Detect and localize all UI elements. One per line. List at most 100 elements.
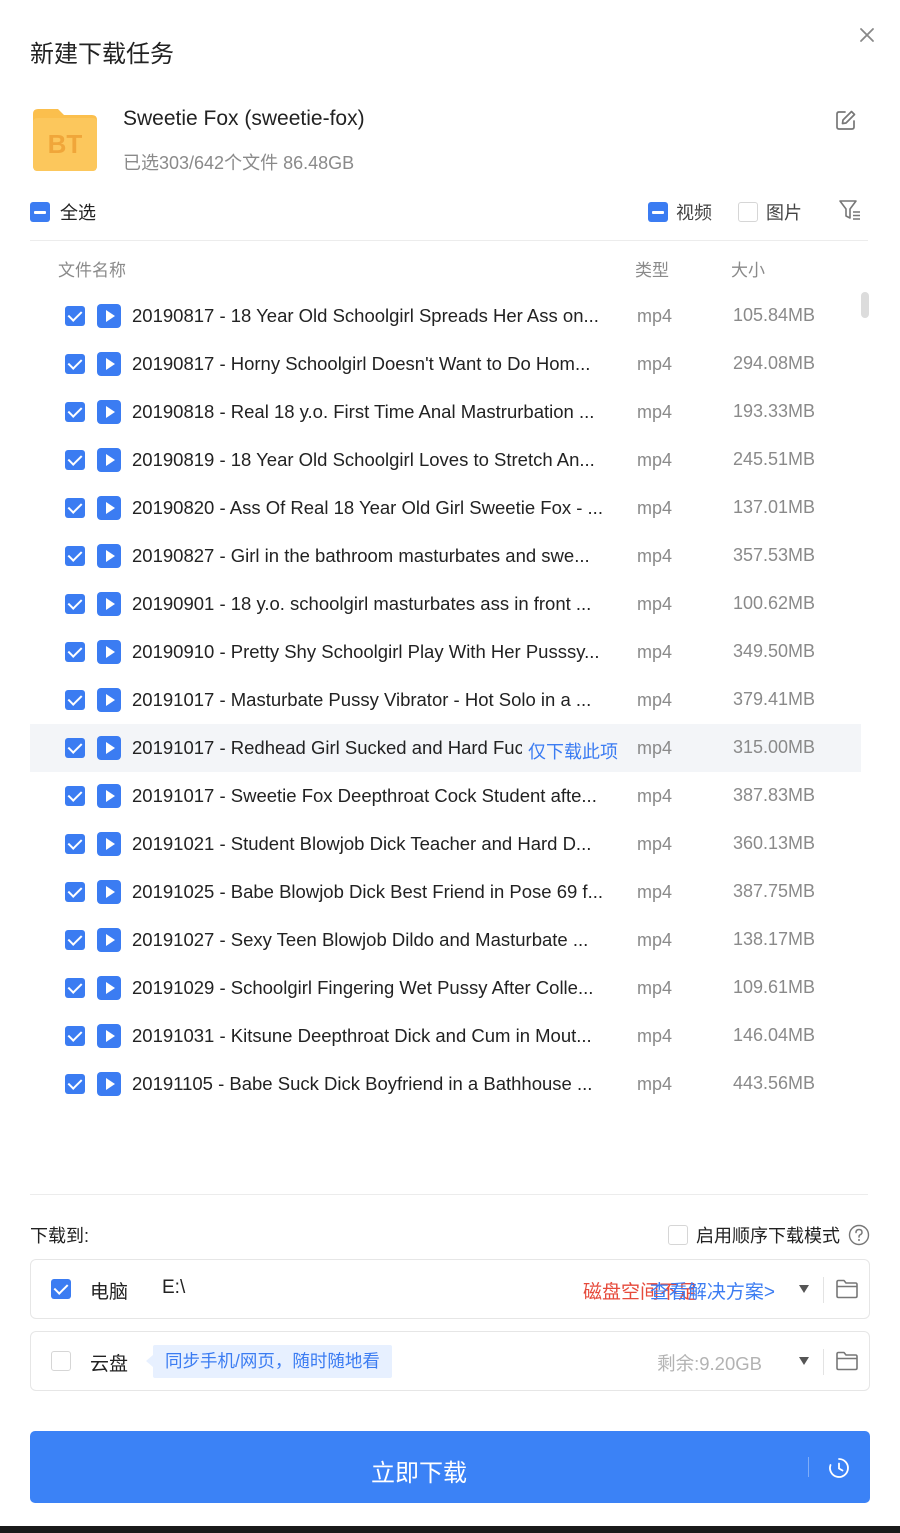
file-row[interactable]: 20191017 - Sweetie Fox Deepthroat Cock S…	[30, 772, 861, 820]
folder-icon[interactable]	[835, 1277, 859, 1301]
file-row[interactable]: 20191031 - Kitsune Deepthroat Dick and C…	[30, 1012, 861, 1060]
download-now-button[interactable]: 立即下载	[30, 1431, 870, 1503]
file-type: mp4	[637, 882, 673, 902]
filter-video-box[interactable]	[648, 202, 668, 222]
file-checkbox[interactable]	[65, 594, 85, 614]
cloud-remaining: 剩余:9.20GB	[657, 1353, 762, 1374]
sequential-mode-checkbox[interactable]	[668, 1225, 688, 1245]
target-pc[interactable]: 电脑 E:\ 磁盘空间不足 查看解决方案>	[30, 1259, 870, 1319]
file-row[interactable]: 20191017 - Masturbate Pussy Vibrator - H…	[30, 676, 861, 724]
file-name: 20190827 - Girl in the bathroom masturba…	[132, 545, 590, 566]
file-type: mp4	[637, 738, 673, 758]
cloud-tip: 同步手机/网页，随时随地看	[146, 1345, 392, 1378]
file-type: mp4	[637, 594, 673, 614]
file-row[interactable]: 20190818 - Real 18 y.o. First Time Anal …	[30, 388, 861, 436]
download-to-label: 下载到:	[30, 1226, 90, 1246]
select-all-box[interactable]	[30, 202, 50, 222]
file-size: 105.84MB	[733, 305, 816, 325]
file-row[interactable]: 20191029 - Schoolgirl Fingering Wet Puss…	[30, 964, 861, 1012]
sequential-mode-option[interactable]: 启用顺序下载模式	[668, 1222, 870, 1248]
footer-divider	[30, 1194, 868, 1195]
file-row[interactable]: 20190817 - Horny Schoolgirl Doesn't Want…	[30, 340, 861, 388]
video-file-icon	[97, 640, 121, 664]
file-checkbox[interactable]	[65, 690, 85, 710]
cloud-checkbox[interactable]	[51, 1351, 71, 1371]
file-checkbox[interactable]	[65, 930, 85, 950]
file-checkbox[interactable]	[65, 642, 85, 662]
file-name: 20190819 - 18 Year Old Schoolgirl Loves …	[132, 449, 595, 470]
file-checkbox[interactable]	[65, 1074, 85, 1094]
download-only-this-link[interactable]: 仅下载此项	[522, 738, 618, 764]
filter-icon[interactable]	[838, 198, 862, 222]
file-row[interactable]: 20191025 - Babe Blowjob Dick Best Friend…	[30, 868, 861, 916]
file-size: 387.83MB	[733, 785, 816, 805]
pc-label: 电脑	[90, 1282, 129, 1303]
file-name: 20191029 - Schoolgirl Fingering Wet Puss…	[132, 977, 594, 998]
file-checkbox[interactable]	[65, 882, 85, 902]
pc-checkbox[interactable]	[51, 1279, 71, 1299]
file-checkbox[interactable]	[65, 834, 85, 854]
download-path[interactable]: E:\	[162, 1277, 185, 1299]
file-type: mp4	[637, 546, 673, 566]
file-checkbox[interactable]	[65, 354, 85, 374]
filter-image-box[interactable]	[738, 202, 758, 222]
selection-summary: 已选303/642个文件 86.48GB	[123, 153, 355, 173]
bt-file-icon: BT	[33, 109, 97, 171]
video-file-icon	[97, 976, 121, 1000]
file-checkbox[interactable]	[65, 498, 85, 518]
file-row[interactable]: 20190820 - Ass Of Real 18 Year Old Girl …	[30, 484, 861, 532]
file-checkbox[interactable]	[65, 306, 85, 326]
help-icon[interactable]	[848, 1224, 870, 1246]
file-type: mp4	[637, 978, 673, 998]
file-checkbox[interactable]	[65, 738, 85, 758]
filter-video[interactable]: 视频	[648, 199, 712, 225]
file-row[interactable]: 20190827 - Girl in the bathroom masturba…	[30, 532, 861, 580]
video-file-icon	[97, 304, 121, 328]
button-separator	[808, 1457, 809, 1477]
file-size: 193.33MB	[733, 401, 816, 421]
file-row[interactable]: 20191021 - Student Blowjob Dick Teacher …	[30, 820, 861, 868]
file-name: 20191105 - Babe Suck Dick Boyfriend in a…	[132, 1073, 593, 1094]
scheduled-download-icon[interactable]	[827, 1456, 851, 1480]
window-bottom-edge	[0, 1526, 900, 1533]
select-all-label: 全选	[60, 203, 96, 223]
edit-icon[interactable]	[834, 108, 858, 132]
file-row[interactable]: 20191105 - Babe Suck Dick Boyfriend in a…	[30, 1060, 861, 1108]
video-file-icon	[97, 784, 121, 808]
file-row[interactable]: 20190817 - 18 Year Old Schoolgirl Spread…	[30, 292, 861, 340]
select-all-checkbox[interactable]: 全选	[30, 199, 96, 225]
file-row[interactable]: 20190910 - Pretty Shy Schoolgirl Play Wi…	[30, 628, 861, 676]
file-size: 100.62MB	[733, 593, 816, 613]
file-size: 360.13MB	[733, 833, 816, 853]
file-row[interactable]: 20191027 - Sexy Teen Blowjob Dildo and M…	[30, 916, 861, 964]
file-name: 20191025 - Babe Blowjob Dick Best Friend…	[132, 881, 603, 902]
file-name: 20190901 - 18 y.o. schoolgirl masturbate…	[132, 593, 592, 614]
file-size: 349.50MB	[733, 641, 816, 661]
video-file-icon	[97, 832, 121, 856]
file-type: mp4	[637, 498, 673, 518]
torrent-name: Sweetie Fox (sweetie-fox)	[123, 107, 365, 130]
column-type: 类型	[635, 261, 669, 280]
file-checkbox[interactable]	[65, 978, 85, 998]
close-icon[interactable]	[856, 24, 878, 46]
header-divider	[30, 240, 868, 241]
file-checkbox[interactable]	[65, 546, 85, 566]
file-checkbox[interactable]	[65, 786, 85, 806]
file-row-hovered[interactable]: 20191017 - Redhead Girl Sucked and Hard …	[30, 724, 861, 772]
file-row[interactable]: 20190819 - 18 Year Old Schoolgirl Loves …	[30, 436, 861, 484]
cloud-dropdown-icon[interactable]	[799, 1357, 809, 1365]
file-checkbox[interactable]	[65, 402, 85, 422]
file-row[interactable]: 20190901 - 18 y.o. schoolgirl masturbate…	[30, 580, 861, 628]
target-cloud[interactable]: 云盘 同步手机/网页，随时随地看 剩余:9.20GB	[30, 1331, 870, 1391]
view-solution-link[interactable]: 查看解决方案>	[650, 1277, 775, 1304]
sequential-mode-label: 启用顺序下载模式	[696, 1226, 840, 1246]
filter-video-label: 视频	[676, 203, 712, 223]
path-dropdown-icon[interactable]	[799, 1285, 809, 1293]
file-type: mp4	[637, 1026, 673, 1046]
filter-image[interactable]: 图片	[738, 199, 802, 225]
folder-icon[interactable]	[835, 1349, 859, 1373]
list-scrollbar[interactable]	[861, 292, 869, 318]
separator	[823, 1277, 824, 1303]
file-checkbox[interactable]	[65, 450, 85, 470]
file-checkbox[interactable]	[65, 1026, 85, 1046]
